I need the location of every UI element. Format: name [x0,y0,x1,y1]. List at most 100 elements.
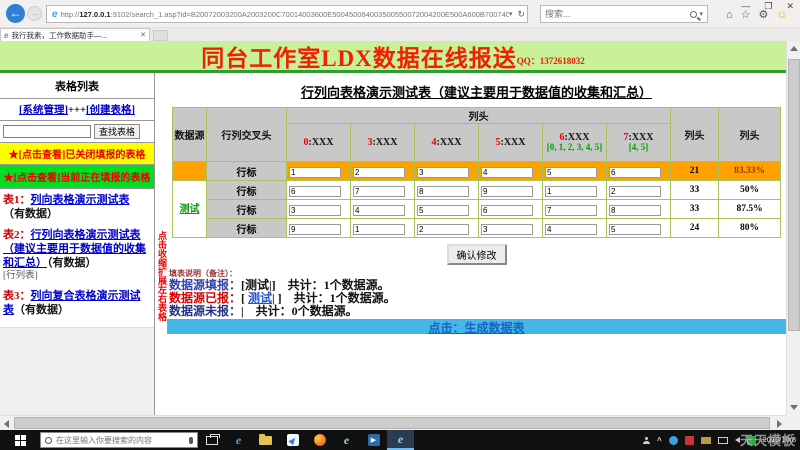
grid-input[interactable] [417,205,469,216]
confirm-modify-button[interactable]: 确认修改 [447,244,507,265]
forward-button[interactable]: → [27,6,42,21]
grid-input[interactable] [353,167,405,178]
row-percent: 87.5% [719,200,781,219]
grid-input[interactable] [417,186,469,197]
datasource-link[interactable]: 测试 [173,204,206,215]
browser-search-box[interactable]: ▾ [540,5,708,23]
start-button[interactable] [0,430,40,450]
tray-expand-icon[interactable]: ^ [657,436,662,445]
refresh-icon[interactable]: ↻ [517,9,525,20]
minimize-button[interactable]: — [741,1,750,11]
column-header: 3:XXX [351,124,415,162]
grid-input[interactable] [417,167,469,178]
vertical-scrollbar[interactable] [786,41,800,415]
tray-blue-app-icon[interactable] [669,436,678,445]
note-unreported: 数据源未报：| 共计：0个数据源。 [169,305,786,318]
grid-input[interactable] [609,186,661,197]
tray-folder-icon[interactable] [701,437,711,444]
cross-header: 行列交叉头 [207,108,287,162]
url-dropdown-icon[interactable]: ▾ [509,10,513,18]
grid-input[interactable] [289,186,341,197]
file-explorer-button[interactable] [252,430,279,450]
grid-input[interactable] [353,186,405,197]
table-search-input[interactable] [3,125,91,138]
grid-input[interactable] [289,167,341,178]
reported-datasource-link[interactable]: 测试 [248,291,272,305]
url-text[interactable]: http://127.0.0.1:9102/search_1.asp?id=B2… [61,10,509,19]
scroll-left-icon[interactable] [4,420,9,428]
browser-search-input[interactable] [545,9,690,19]
generate-bar[interactable]: 点击：生成数据表 [167,319,786,334]
vertical-scroll-thumb[interactable] [788,59,800,331]
sidebar-title: 表格列表 [0,73,154,99]
collapse-strip[interactable]: 点击收缩扩展左右表格 [155,73,167,415]
task-view-button[interactable] [198,430,225,450]
feiq-button[interactable] [279,430,306,450]
active-tables-banner[interactable]: ★[点击查看]当前正在填报的表格 [0,165,154,189]
grid-input[interactable] [545,167,597,178]
grid-input[interactable] [545,186,597,197]
firefox-button[interactable] [306,430,333,450]
find-table-button[interactable]: 查找表格 [94,124,140,139]
grid-input[interactable] [417,224,469,235]
horizontal-scroll-thumb[interactable] [14,417,770,429]
create-table-link[interactable]: [创建表格] [86,105,135,116]
tab-close-icon[interactable]: ✕ [140,31,146,39]
grid-input[interactable] [481,205,533,216]
grid-input[interactable] [481,224,533,235]
tray-red-app-icon[interactable] [685,436,694,445]
microphone-icon[interactable] [189,437,193,444]
tab-ie-icon: e [4,31,8,40]
address-bar[interactable]: e http://127.0.0.1:9102/search_1.asp?id=… [46,5,528,23]
back-button[interactable]: ← [6,4,25,23]
grid-input[interactable] [609,167,661,178]
edge-button[interactable]: e [225,430,252,450]
grid-input[interactable] [609,205,661,216]
grid-input[interactable] [481,167,533,178]
media-player-icon: ▶ [368,434,380,446]
grid-input[interactable] [609,224,661,235]
volume-icon[interactable] [735,437,740,443]
close-button[interactable]: ✕ [786,1,794,11]
home-icon[interactable]: ⌂ [726,9,733,21]
taskbar: e e ▶ e ^ 2016/10/8 [0,430,800,450]
taskbar-search-box[interactable] [40,432,198,448]
grid-input[interactable] [481,186,533,197]
row-percent: 50% [719,181,781,200]
datasource-header: 数据源 [173,108,207,162]
network-display-icon[interactable] [718,437,728,444]
bird-app-icon [287,434,299,446]
grid-input[interactable] [289,224,341,235]
media-player-button[interactable]: ▶ [360,430,387,450]
generate-datasheet-link[interactable]: 点击：生成数据表 [428,321,524,335]
sidebar: 表格列表 [系统管理]+++[创建表格] 查找表格 ★[点击查看]已关闭填报的表… [0,73,155,415]
column-header: 7:XXX[4, 5] [607,124,671,162]
datasource-cell-highlight [173,162,207,181]
edge-icon: e [236,433,241,448]
maximize-button[interactable]: ❐ [764,1,772,11]
grid-input[interactable] [545,224,597,235]
system-admin-link[interactable]: [系统管理] [19,105,68,116]
horizontal-scrollbar[interactable] [0,415,786,430]
table-row: 测试 行标 33 50% [173,181,781,200]
closed-tables-banner[interactable]: ★[点击查看]已关闭填报的表格 [0,143,154,165]
plus-separator: +++ [68,105,86,116]
ie-button[interactable]: e [333,430,360,450]
scroll-right-icon[interactable] [777,420,782,428]
grid-input[interactable] [353,224,405,235]
scroll-down-icon[interactable] [790,405,798,410]
search-dropdown-icon[interactable]: ▾ [699,10,703,18]
people-icon[interactable] [643,437,650,444]
new-tab-button[interactable] [153,30,168,41]
grid-input[interactable] [353,205,405,216]
column-header: 6:XXX[0, 1, 2, 3, 4, 5] [543,124,607,162]
browser-tab[interactable]: e 我行我素，工作数据助手—... ✕ [0,28,150,41]
scroll-up-icon[interactable] [790,46,798,51]
table1-link[interactable]: 列向表格演示测试表 [31,194,130,206]
grid-input[interactable] [289,205,341,216]
grid-input[interactable] [545,205,597,216]
firefox-icon [314,434,326,446]
taskbar-search-input[interactable] [56,436,185,445]
search-icon[interactable] [690,11,697,18]
ie-active-button[interactable]: e [387,430,414,450]
